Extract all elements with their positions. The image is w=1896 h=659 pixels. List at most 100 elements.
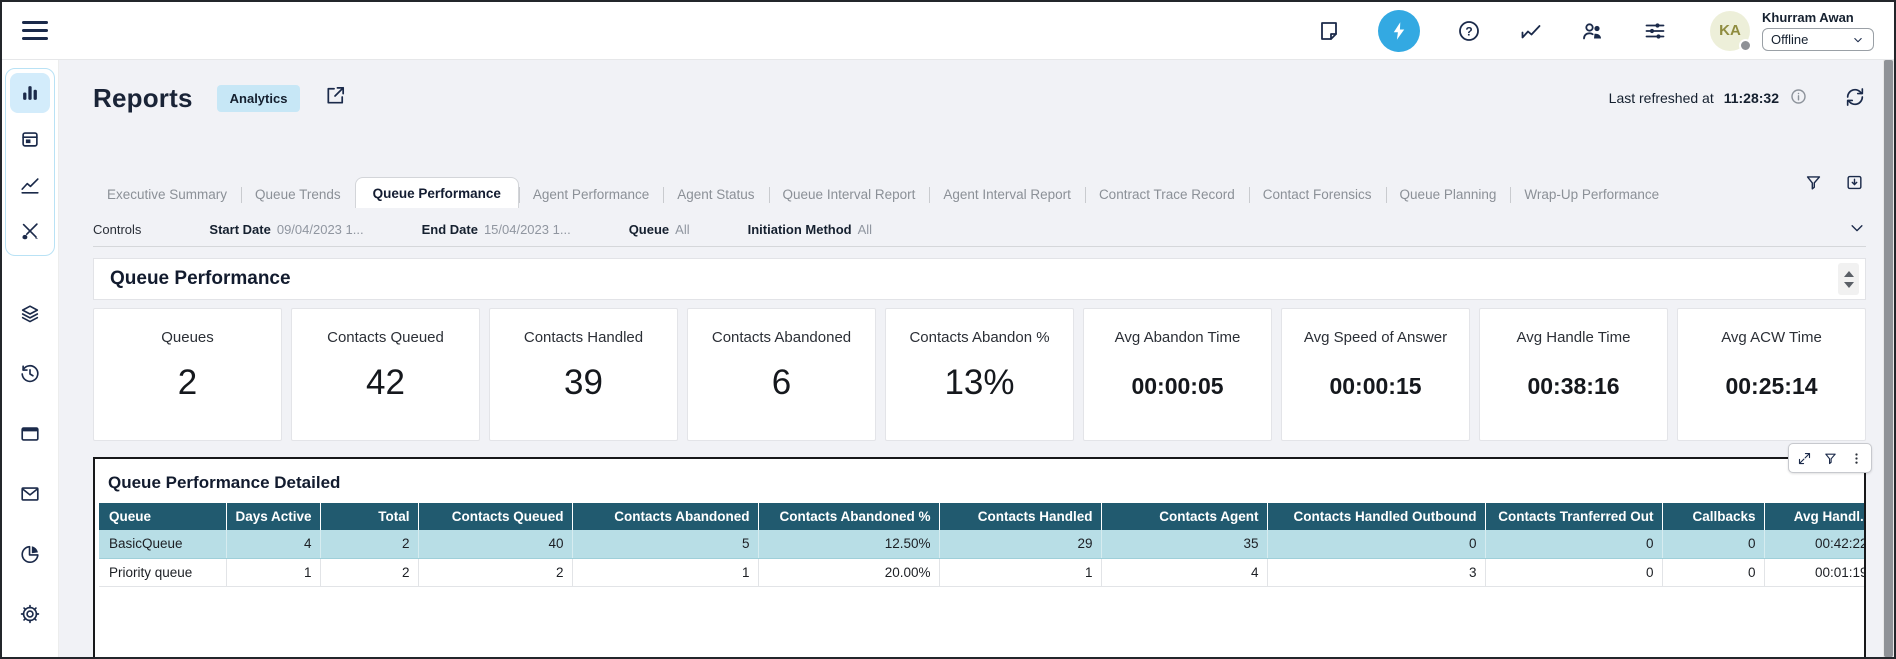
info-icon[interactable] <box>1789 87 1808 109</box>
table-row-priority-queue[interactable]: Priority queue 1 2 2 1 20.00% 1 4 3 0 0 … <box>99 558 1864 586</box>
col-contacts-handled[interactable]: Contacts Handled <box>939 503 1101 530</box>
col-contacts-queued[interactable]: Contacts Queued <box>418 503 572 530</box>
col-contacts-abandoned[interactable]: Contacts Abandoned <box>572 503 758 530</box>
user-name: Khurram Awan <box>1762 10 1874 25</box>
kebab-menu-icon[interactable] <box>1849 451 1864 466</box>
tab-queue-interval-report[interactable]: Queue Interval Report <box>769 181 930 208</box>
sidebar-item-settings[interactable] <box>10 594 50 634</box>
sidebar-item-mail[interactable] <box>10 474 50 514</box>
section-title: Queue Performance <box>110 268 291 290</box>
col-days-active[interactable]: Days Active <box>226 503 320 530</box>
col-avg-handle[interactable]: Avg Handl.. <box>1764 503 1864 530</box>
kpi-value: 00:00:15 <box>1282 373 1469 400</box>
avatar[interactable]: KA <box>1710 11 1750 51</box>
hamburger-menu-icon[interactable] <box>22 21 48 40</box>
line-chart-icon <box>19 174 41 196</box>
tab-agent-status[interactable]: Agent Status <box>663 181 768 208</box>
history-icon <box>19 363 41 385</box>
sidebar-item-window[interactable] <box>10 414 50 454</box>
controls-label: Controls <box>93 222 141 237</box>
user-cluster: KA Khurram Awan Offline <box>1710 10 1874 51</box>
filter-initiation-method[interactable]: Initiation Method All <box>748 222 872 237</box>
filter-end-date[interactable]: End Date 15/04/2023 1... <box>422 222 571 237</box>
col-total[interactable]: Total <box>320 503 418 530</box>
metrics-icon[interactable] <box>1518 18 1544 44</box>
filter-icon[interactable] <box>1804 173 1823 192</box>
detail-table-wrap: Queue Days Active Total Contacts Queued … <box>99 503 1864 587</box>
brush-icon <box>19 220 41 242</box>
expand-icon[interactable] <box>1797 451 1812 466</box>
calendar-icon <box>19 128 41 150</box>
filter-icon[interactable] <box>1823 451 1838 466</box>
mail-icon <box>19 483 41 505</box>
sidebar-item-calendar[interactable] <box>10 119 50 159</box>
refresh-icon[interactable] <box>1844 86 1866 111</box>
kpi-card-contacts-queued: Contacts Queued 42 <box>291 308 480 441</box>
kpi-value: 2 <box>94 363 281 403</box>
col-contacts-agent[interactable]: Contacts Agent <box>1101 503 1267 530</box>
note-icon[interactable] <box>1316 18 1342 44</box>
table-header-row: Queue Days Active Total Contacts Queued … <box>99 503 1864 530</box>
pie-chart-icon <box>19 543 41 565</box>
kpi-card-avg-speed-of-answer: Avg Speed of Answer 00:00:15 <box>1281 308 1470 441</box>
kpi-label: Avg ACW Time <box>1678 329 1865 346</box>
sidebar-item-pie-chart[interactable] <box>10 534 50 574</box>
filter-start-date[interactable]: Start Date 09/04/2023 1... <box>209 222 363 237</box>
tab-contact-forensics[interactable]: Contact Forensics <box>1249 181 1386 208</box>
kpi-value: 6 <box>688 363 875 403</box>
page-title: Reports <box>93 83 193 114</box>
sidebar-item-line-chart[interactable] <box>10 165 50 205</box>
gear-icon <box>19 603 41 625</box>
kpi-card-queues: Queues 2 <box>93 308 282 441</box>
tab-agent-interval-report[interactable]: Agent Interval Report <box>929 181 1085 208</box>
svg-text:?: ? <box>1465 24 1472 38</box>
col-contacts-abandoned-pct[interactable]: Contacts Abandoned % <box>758 503 939 530</box>
controls-collapse-chevron-icon[interactable] <box>1848 219 1866 240</box>
last-refreshed-label: Last refreshed at <box>1609 90 1714 106</box>
kpi-value: 13% <box>886 363 1073 403</box>
sidebar-item-brush[interactable] <box>10 211 50 251</box>
tab-queue-performance[interactable]: Queue Performance <box>355 177 519 208</box>
table-row-basicqueue[interactable]: BasicQueue 4 2 40 5 12.50% 29 35 0 0 0 0… <box>99 530 1864 558</box>
tab-executive-summary[interactable]: Executive Summary <box>93 181 241 208</box>
scrollbar-thumb[interactable] <box>1884 60 1893 657</box>
queue-performance-table: Queue Days Active Total Contacts Queued … <box>99 503 1864 587</box>
help-icon[interactable]: ? <box>1456 18 1482 44</box>
kpi-card-contacts-abandoned: Contacts Abandoned 6 <box>687 308 876 441</box>
kpi-card-avg-abandon-time: Avg Abandon Time 00:00:05 <box>1083 308 1272 441</box>
col-contacts-tranferred-out[interactable]: Contacts Tranferred Out <box>1485 503 1662 530</box>
bolt-icon[interactable] <box>1378 10 1420 52</box>
sliders-icon[interactable] <box>1642 18 1668 44</box>
external-link-icon[interactable] <box>324 84 347 112</box>
report-tabs: Executive Summary Queue Trends Queue Per… <box>93 177 1866 208</box>
kpi-card-contacts-handled: Contacts Handled 39 <box>489 308 678 441</box>
tab-contract-trace-record[interactable]: Contract Trace Record <box>1085 181 1249 208</box>
kpi-card-avg-acw-time: Avg ACW Time 00:25:14 <box>1677 308 1866 441</box>
kpi-label: Contacts Abandoned <box>688 329 875 346</box>
tab-agent-performance[interactable]: Agent Performance <box>519 181 663 208</box>
sidebar-item-layers[interactable] <box>10 294 50 334</box>
vertical-scrollbar[interactable] <box>1883 60 1894 657</box>
kpi-label: Avg Abandon Time <box>1084 329 1271 346</box>
kpi-label: Avg Handle Time <box>1480 329 1667 346</box>
kpi-card-avg-handle-time: Avg Handle Time 00:38:16 <box>1479 308 1668 441</box>
section-stepper[interactable] <box>1838 263 1859 295</box>
col-contacts-handled-outbound[interactable]: Contacts Handled Outbound <box>1267 503 1485 530</box>
col-queue[interactable]: Queue <box>99 503 226 530</box>
tab-queue-trends[interactable]: Queue Trends <box>241 181 355 208</box>
col-callbacks[interactable]: Callbacks <box>1662 503 1764 530</box>
panel-toolbar <box>1788 443 1872 473</box>
left-sidebar <box>2 60 59 657</box>
tab-queue-planning[interactable]: Queue Planning <box>1386 181 1511 208</box>
sidebar-item-bar-chart[interactable] <box>10 73 50 113</box>
status-value: Offline <box>1771 32 1808 47</box>
sidebar-analytics-group <box>5 68 55 256</box>
export-icon[interactable] <box>1845 173 1864 192</box>
sidebar-item-history[interactable] <box>10 354 50 394</box>
tab-wrap-up-performance[interactable]: Wrap-Up Performance <box>1510 181 1673 208</box>
status-select[interactable]: Offline <box>1762 28 1874 51</box>
filter-queue[interactable]: Queue All <box>629 222 690 237</box>
bar-chart-icon <box>19 82 41 104</box>
kpi-label: Contacts Queued <box>292 329 479 346</box>
users-icon[interactable] <box>1580 18 1606 44</box>
